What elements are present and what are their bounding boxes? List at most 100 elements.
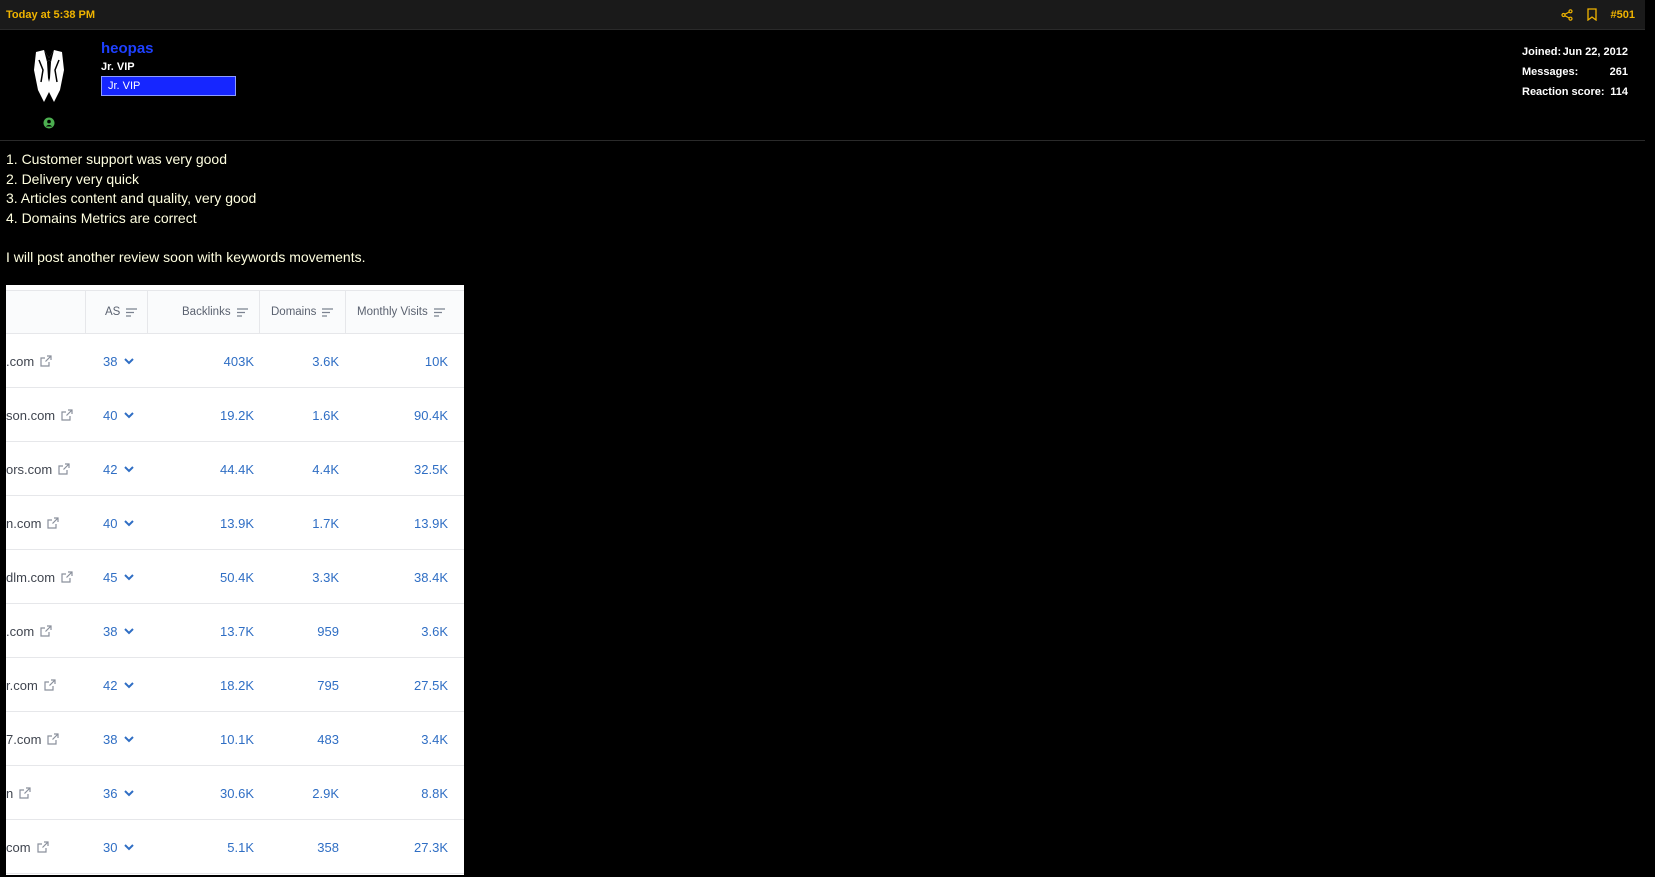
post-divider (0, 140, 1645, 141)
chevron-down-icon[interactable] (124, 357, 135, 365)
header-backlinks[interactable]: Backlinks (147, 291, 259, 333)
domain-name[interactable]: .com (6, 354, 34, 369)
backlinks-cell[interactable]: 403K (147, 334, 254, 388)
chevron-down-icon[interactable] (124, 735, 135, 743)
share-icon[interactable] (1560, 8, 1573, 21)
domain-cell[interactable]: .com (6, 334, 85, 388)
external-link-icon[interactable] (61, 409, 73, 421)
domains-cell[interactable]: 4.4K (259, 442, 339, 496)
domain-cell[interactable]: com (6, 820, 85, 874)
external-link-icon[interactable] (61, 571, 73, 583)
domain-cell[interactable]: n (6, 766, 85, 820)
external-link-icon[interactable] (44, 679, 56, 691)
header-monthly-visits[interactable]: Monthly Visits (345, 291, 459, 333)
domain-cell[interactable]: 7.com (6, 712, 85, 766)
visits-cell[interactable]: 3.6K (345, 604, 448, 658)
as-cell[interactable]: 40 (103, 496, 147, 550)
as-cell[interactable]: 45 (103, 550, 147, 604)
as-cell[interactable]: 42 (103, 442, 147, 496)
stat-value: 114 (1610, 86, 1628, 98)
chevron-down-icon[interactable] (124, 681, 135, 689)
domains-cell[interactable]: 483 (259, 712, 339, 766)
domain-cell[interactable]: .com (6, 604, 85, 658)
chevron-down-icon[interactable] (124, 573, 135, 581)
as-cell[interactable]: 30 (103, 820, 147, 874)
domains-cell[interactable]: 959 (259, 604, 339, 658)
domain-name[interactable]: .com (6, 624, 34, 639)
domains-cell[interactable]: 795 (259, 658, 339, 712)
as-cell[interactable]: 42 (103, 658, 147, 712)
external-link-icon[interactable] (40, 625, 52, 637)
visits-cell[interactable]: 27.5K (345, 658, 448, 712)
domains-cell[interactable]: 358 (259, 820, 339, 874)
domain-name[interactable]: dlm.com (6, 570, 55, 585)
visits-cell[interactable]: 10K (345, 334, 448, 388)
chevron-down-icon[interactable] (124, 789, 135, 797)
visits-cell[interactable]: 3.4K (345, 712, 448, 766)
online-status-icon (43, 116, 55, 134)
backlinks-cell[interactable]: 13.9K (147, 496, 254, 550)
domain-name[interactable]: ors.com (6, 462, 52, 477)
domains-cell[interactable]: 1.6K (259, 388, 339, 442)
backlinks-cell[interactable]: 13.7K (147, 604, 254, 658)
domain-name[interactable]: com (6, 840, 31, 855)
as-cell[interactable]: 38 (103, 334, 147, 388)
avatar[interactable] (32, 48, 66, 104)
external-link-icon[interactable] (58, 463, 70, 475)
chevron-down-icon[interactable] (124, 411, 135, 419)
visits-cell[interactable]: 90.4K (345, 388, 448, 442)
external-link-icon[interactable] (47, 733, 60, 745)
domain-name[interactable]: n.com (6, 516, 41, 531)
domains-cell[interactable]: 3.3K (259, 550, 339, 604)
header-as[interactable]: AS (85, 291, 147, 333)
stat-value[interactable]: 261 (1610, 66, 1628, 78)
authority-score: 30 (103, 839, 118, 855)
visits-cell[interactable]: 38.4K (345, 550, 448, 604)
external-link-icon[interactable] (36, 841, 49, 853)
post-number-link[interactable]: #501 (1611, 9, 1635, 21)
backlinks-cell[interactable]: 44.4K (147, 442, 254, 496)
domain-name[interactable]: r.com (6, 678, 38, 693)
header-domains[interactable]: Domains (259, 291, 345, 333)
chevron-down-icon[interactable] (124, 843, 135, 851)
domain-cell[interactable]: son.com (6, 388, 85, 442)
visits-cell[interactable]: 8.8K (345, 766, 448, 820)
as-cell[interactable]: 38 (103, 604, 147, 658)
domain-name[interactable]: son.com (6, 408, 55, 423)
post-date[interactable]: Today at 5:38 PM (6, 9, 95, 21)
domain-cell[interactable]: n.com (6, 496, 85, 550)
external-link-icon[interactable] (47, 517, 60, 529)
backlinks-cell[interactable]: 50.4K (147, 550, 254, 604)
attached-image[interactable]: AS Backlinks Domains Monthly Visits .com… (6, 285, 464, 875)
backlinks-cell[interactable]: 18.2K (147, 658, 254, 712)
username-link[interactable]: heopas (101, 40, 154, 57)
backlinks-cell[interactable]: 30.6K (147, 766, 254, 820)
domain-name[interactable]: n (6, 786, 13, 801)
table-row: n 36 30.6K 2.9K 8.8K (6, 766, 464, 820)
visits-cell[interactable]: 32.5K (345, 442, 448, 496)
chevron-down-icon[interactable] (124, 519, 135, 527)
table-row: dlm.com 45 50.4K 3.3K 38.4K (6, 550, 464, 604)
backlinks-cell[interactable]: 10.1K (147, 712, 254, 766)
visits-cell[interactable]: 27.3K (345, 820, 448, 874)
chevron-down-icon[interactable] (124, 627, 135, 635)
backlinks-cell[interactable]: 19.2K (147, 388, 254, 442)
as-cell[interactable]: 38 (103, 712, 147, 766)
bookmark-icon[interactable] (1586, 8, 1597, 21)
domain-cell[interactable]: dlm.com (6, 550, 85, 604)
domains-cell[interactable]: 1.7K (259, 496, 339, 550)
external-link-icon[interactable] (40, 355, 52, 367)
chevron-down-icon[interactable] (124, 465, 135, 473)
domains-cell[interactable]: 2.9K (259, 766, 339, 820)
backlinks-cell[interactable]: 5.1K (147, 820, 254, 874)
external-link-icon[interactable] (19, 787, 31, 799)
as-cell[interactable]: 40 (103, 388, 147, 442)
authority-score: 38 (103, 353, 118, 369)
stat-label: Messages: (1522, 66, 1579, 78)
domains-cell[interactable]: 3.6K (259, 334, 339, 388)
domain-cell[interactable]: ors.com (6, 442, 85, 496)
as-cell[interactable]: 36 (103, 766, 147, 820)
visits-cell[interactable]: 13.9K (345, 496, 448, 550)
domain-cell[interactable]: r.com (6, 658, 85, 712)
domain-name[interactable]: 7.com (6, 732, 41, 747)
